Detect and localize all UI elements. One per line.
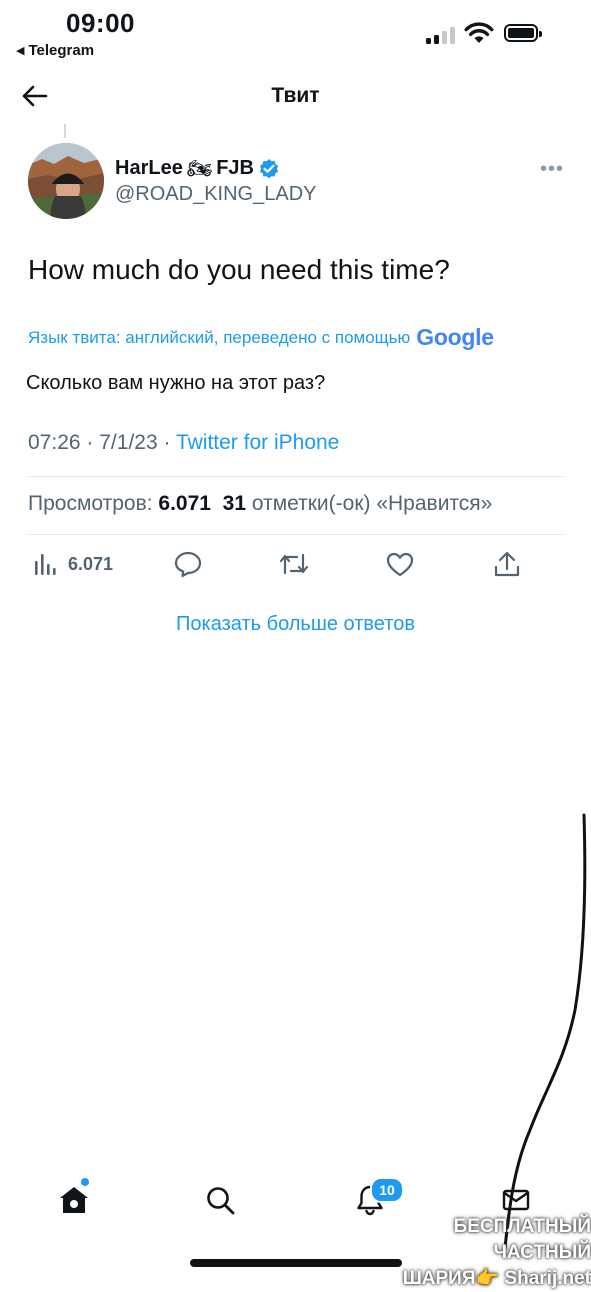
retweet-button[interactable]: [278, 551, 310, 577]
divider: [28, 476, 564, 477]
wifi-icon: [464, 22, 494, 43]
author-name-text: HarLee: [115, 157, 183, 179]
verified-badge-icon: [259, 158, 279, 178]
more-options-icon[interactable]: •••: [540, 158, 564, 181]
divider: [28, 534, 564, 535]
author-name[interactable]: HarLee 🏍 FJB: [115, 156, 280, 181]
back-triangle-icon: ◀: [16, 45, 25, 57]
likes-label[interactable]: отметки(-ок) «Нравится»: [252, 492, 493, 515]
tweet-text: How much do you need this time?: [28, 254, 450, 285]
watermark-line-2: ШАРИЯ👉 Sharij.net: [402, 1268, 591, 1289]
reply-icon: [174, 551, 202, 578]
watermark: БЕСПЛАТНЫЙ ЧАСТНЫЙ ШАРИЯ👉 Sharij.net: [358, 1214, 591, 1292]
new-content-dot: [81, 1178, 89, 1186]
tweet-date: 7/1/23: [99, 431, 158, 454]
mail-icon: [502, 1189, 530, 1211]
tab-search[interactable]: [200, 1180, 240, 1220]
tweet-action-bar: 6.071: [28, 542, 564, 590]
likes-value[interactable]: 31: [223, 492, 246, 515]
meta-separator: ·: [86, 431, 94, 454]
views-label: Просмотров:: [28, 492, 153, 515]
heart-icon: [386, 552, 414, 577]
show-more-replies-link[interactable]: Показать больше ответов: [0, 613, 591, 636]
cellular-signal-icon: [426, 26, 455, 44]
tweet-metadata: 07:26 · 7/1/23 · Twitter for iPhone: [28, 431, 339, 455]
tweet-time: 07:26: [28, 431, 81, 454]
tweet-stats: Просмотров: 6.071 31 отметки(-ок) «Нрави…: [28, 492, 492, 516]
meta-separator: ·: [163, 431, 171, 454]
translation-label: Язык твита: английский, переведено с пом…: [28, 327, 411, 347]
views-button[interactable]: 6.071: [34, 552, 113, 576]
battery-icon: [504, 24, 542, 42]
google-logo: Google: [416, 324, 494, 350]
analytics-icon: [35, 554, 56, 575]
share-icon: [494, 551, 520, 577]
tweet-source-link[interactable]: Twitter for iPhone: [176, 431, 339, 454]
share-button[interactable]: [494, 550, 520, 578]
author-name-suffix: FJB: [216, 157, 254, 179]
notifications-badge: 10: [370, 1177, 404, 1203]
views-count: 6.071: [68, 553, 114, 574]
status-time: 09:00: [66, 8, 135, 38]
avatar[interactable]: [28, 143, 104, 219]
motorcycle-emoji: 🏍: [186, 158, 213, 180]
page-title: Твит: [271, 84, 320, 107]
translated-text: Сколько вам нужно на этот раз?: [26, 372, 326, 394]
views-value: 6.071: [158, 492, 211, 515]
thread-connector: [64, 124, 66, 138]
retweet-icon: [279, 553, 309, 575]
back-to-telegram-link[interactable]: ◀ Telegram: [16, 42, 94, 59]
tab-home[interactable]: [54, 1180, 94, 1220]
home-indicator[interactable]: [190, 1259, 402, 1267]
search-icon: [207, 1187, 235, 1215]
reply-button[interactable]: [174, 550, 202, 578]
like-button[interactable]: [386, 551, 414, 577]
translation-note: Язык твита: английский, переведено с пом…: [28, 324, 494, 351]
author-handle[interactable]: @ROAD_KING_LADY: [115, 183, 316, 206]
home-icon: [60, 1187, 88, 1213]
back-app-label: Telegram: [28, 42, 95, 59]
